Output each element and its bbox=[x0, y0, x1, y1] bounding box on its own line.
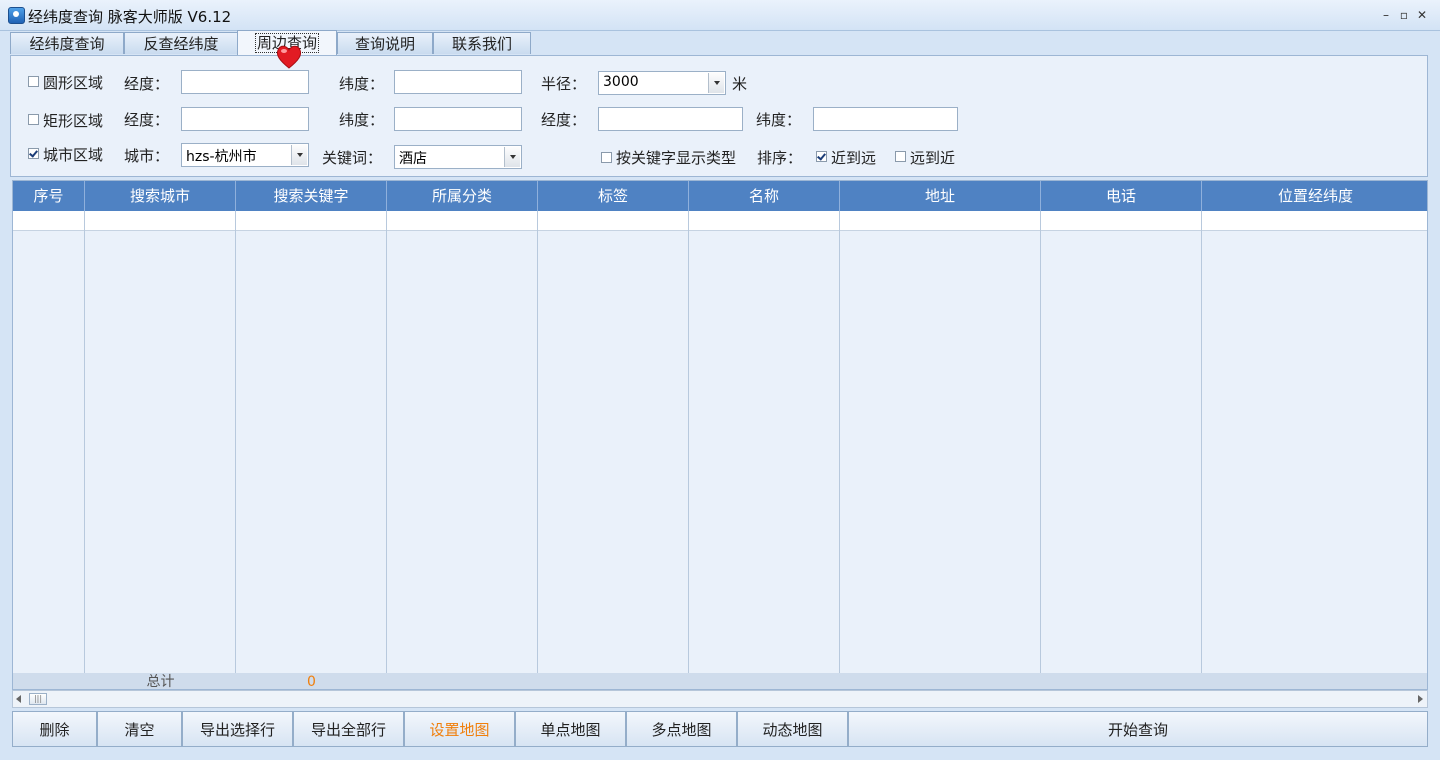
multi-map-button[interactable]: 多点地图 bbox=[626, 711, 737, 747]
circle-area-label: 圆形区域 bbox=[43, 74, 104, 92]
delete-button[interactable]: 删除 bbox=[12, 711, 97, 747]
dynamic-map-button[interactable]: 动态地图 bbox=[737, 711, 848, 747]
column-divider bbox=[537, 211, 538, 689]
circle-lat-input[interactable] bbox=[394, 70, 522, 94]
window-title: 经纬度查询 脉客大师版 V6.12 bbox=[28, 8, 232, 26]
export-all-button[interactable]: 导出全部行 bbox=[293, 711, 404, 747]
city-area-checkbox[interactable] bbox=[28, 148, 39, 159]
column-divider bbox=[235, 211, 236, 689]
tab-label: 查询说明 bbox=[354, 35, 415, 53]
city-area-label: 城市区域 bbox=[43, 146, 104, 164]
circle-lng-label: 经度： bbox=[124, 75, 170, 93]
column-header-index[interactable]: 序号 bbox=[13, 181, 85, 211]
close-icon[interactable]: ✕ bbox=[1416, 9, 1428, 21]
circle-lat-label: 纬度： bbox=[339, 75, 385, 93]
sort-label: 排序： bbox=[757, 149, 803, 167]
tab-query-help[interactable]: 查询说明 bbox=[337, 32, 433, 54]
rect-lat2-input[interactable] bbox=[813, 107, 958, 131]
city-label: 城市： bbox=[124, 147, 170, 165]
chevron-down-icon[interactable] bbox=[504, 147, 520, 167]
rect-area-label: 矩形区域 bbox=[43, 112, 104, 130]
rect-lng2-label: 经度： bbox=[541, 111, 587, 129]
column-divider bbox=[386, 211, 387, 689]
scroll-thumb[interactable]: ||| bbox=[29, 693, 47, 705]
start-query-button[interactable]: 开始查询 bbox=[848, 711, 1428, 747]
tab-label: 联系我们 bbox=[451, 35, 512, 53]
scroll-right-icon[interactable] bbox=[1418, 695, 1423, 703]
rect-lng2-input[interactable] bbox=[598, 107, 743, 131]
keyword-label: 关键词： bbox=[322, 149, 383, 167]
column-divider bbox=[84, 211, 85, 689]
rect-lat1-input[interactable] bbox=[394, 107, 522, 131]
radius-label: 半径： bbox=[541, 75, 587, 93]
rect-lng1-input[interactable] bbox=[181, 107, 309, 131]
column-header-tag[interactable]: 标签 bbox=[538, 181, 689, 211]
city-select[interactable]: hzs-杭州市 bbox=[181, 143, 309, 167]
column-divider bbox=[1201, 211, 1202, 689]
column-divider bbox=[688, 211, 689, 689]
city-value: hzs-杭州市 bbox=[186, 149, 257, 165]
tab-label: 经纬度查询 bbox=[29, 35, 105, 53]
near-to-far-label: 近到远 bbox=[831, 149, 877, 167]
circle-area-checkbox[interactable] bbox=[28, 76, 39, 87]
column-header-search-city[interactable]: 搜索城市 bbox=[85, 181, 236, 211]
single-map-button[interactable]: 单点地图 bbox=[515, 711, 626, 747]
show-type-label: 按关键字显示类型 bbox=[616, 149, 737, 167]
chevron-down-icon[interactable] bbox=[708, 73, 724, 93]
clear-button[interactable]: 清空 bbox=[97, 711, 182, 747]
radius-unit: 米 bbox=[732, 75, 748, 93]
rect-area-checkbox[interactable] bbox=[28, 114, 39, 125]
set-map-button[interactable]: 设置地图 bbox=[404, 711, 515, 747]
far-to-near-label: 远到近 bbox=[910, 149, 956, 167]
table-row[interactable] bbox=[13, 211, 1427, 231]
results-grid[interactable]: 序号 搜索城市 搜索关键字 所属分类 标签 名称 地址 电话 位置经纬度 总计 … bbox=[12, 180, 1428, 690]
maximize-icon[interactable]: ▫ bbox=[1398, 9, 1410, 21]
total-label: 总计 bbox=[146, 674, 175, 690]
radius-value: 3000 bbox=[603, 74, 639, 90]
heart-icon bbox=[276, 45, 302, 69]
near-to-far-checkbox[interactable] bbox=[816, 151, 827, 162]
export-selected-button[interactable]: 导出选择行 bbox=[182, 711, 293, 747]
grid-header: 序号 搜索城市 搜索关键字 所属分类 标签 名称 地址 电话 位置经纬度 bbox=[13, 181, 1427, 211]
circle-lng-input[interactable] bbox=[181, 70, 309, 94]
keyword-select[interactable]: 酒店 bbox=[394, 145, 522, 169]
minimize-icon[interactable]: – bbox=[1380, 9, 1392, 21]
column-header-address[interactable]: 地址 bbox=[840, 181, 1041, 211]
tab-reverse-query[interactable]: 反查经纬度 bbox=[124, 32, 238, 54]
show-type-checkbox[interactable] bbox=[601, 152, 612, 163]
scroll-left-icon[interactable] bbox=[16, 695, 21, 703]
tab-contact-us[interactable]: 联系我们 bbox=[433, 32, 531, 54]
far-to-near-checkbox[interactable] bbox=[895, 151, 906, 162]
tab-label: 反查经纬度 bbox=[143, 35, 219, 53]
column-divider bbox=[839, 211, 840, 689]
chevron-down-icon[interactable] bbox=[291, 145, 307, 165]
column-header-search-keyword[interactable]: 搜索关键字 bbox=[236, 181, 387, 211]
column-header-name[interactable]: 名称 bbox=[689, 181, 840, 211]
horizontal-scrollbar[interactable]: ||| bbox=[12, 690, 1428, 708]
total-value: 0 bbox=[307, 674, 316, 690]
column-header-category[interactable]: 所属分类 bbox=[387, 181, 538, 211]
column-header-phone[interactable]: 电话 bbox=[1041, 181, 1202, 211]
radius-select[interactable]: 3000 bbox=[598, 71, 726, 95]
column-header-location[interactable]: 位置经纬度 bbox=[1202, 181, 1427, 211]
column-divider bbox=[1040, 211, 1041, 689]
tab-latlng-query[interactable]: 经纬度查询 bbox=[10, 32, 124, 54]
rect-lng1-label: 经度： bbox=[124, 111, 170, 129]
app-icon bbox=[8, 7, 25, 24]
keyword-value: 酒店 bbox=[399, 151, 427, 167]
title-bar: 经纬度查询 脉客大师版 V6.12 – ▫ ✕ bbox=[0, 0, 1440, 31]
rect-lat1-label: 纬度： bbox=[339, 111, 385, 129]
rect-lat2-label: 纬度： bbox=[756, 111, 802, 129]
